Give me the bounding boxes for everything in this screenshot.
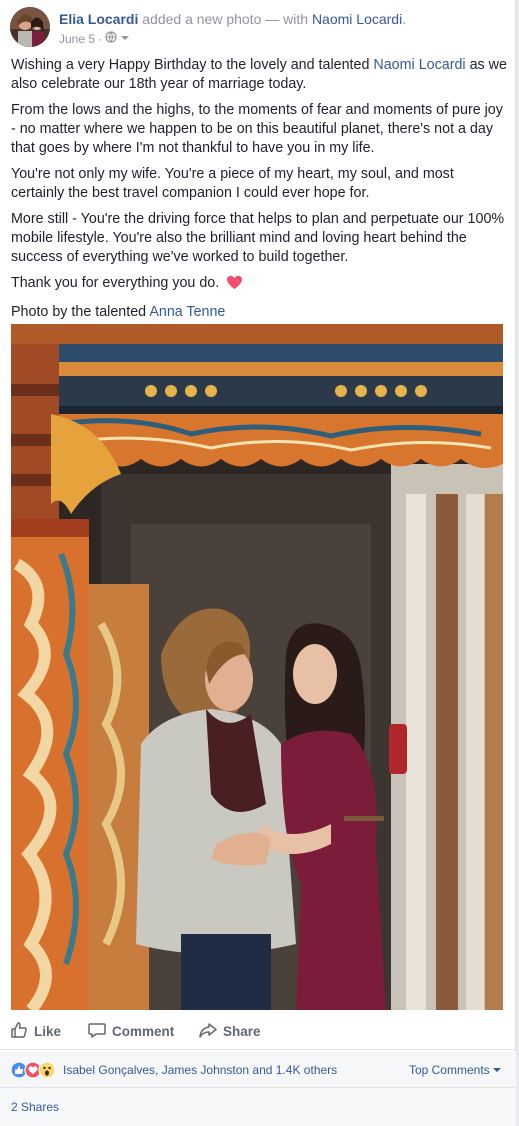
share-arrow-icon [199,1021,217,1042]
top-comments-label: Top Comments [408,1063,490,1077]
paragraph-2: From the lows and the highs, to the mome… [11,102,503,156]
share-label: Share [223,1023,261,1039]
paragraph-6: Photo by the talented Anna Tenne [11,303,507,322]
action-text: added a new photo — [142,11,280,27]
reactions-row: Isabel Gonçalves, James Johnston and 1.4… [0,1052,516,1088]
paragraph-3: You're not only my wife. You're a piece … [11,166,454,201]
headline-period: . [402,11,407,27]
paragraph-5-text: Thank you for everything you do. [11,275,220,291]
paragraph-4: More still - You're the driving force th… [11,211,505,265]
chevron-down-icon[interactable] [120,32,130,46]
heart-emoji-icon [226,275,243,296]
caret-down-icon [493,1063,501,1077]
action-bar: Like Comment Share [0,1012,516,1050]
like-label: Like [34,1023,62,1039]
tagged-person-link[interactable]: Naomi Locardi [312,11,402,27]
top-comments-dropdown[interactable]: Top Comments [409,1063,501,1077]
shares-row: 2 Shares [0,1088,516,1126]
share-button[interactable]: Share [199,1012,261,1050]
avatar[interactable] [10,7,50,47]
thumbs-up-icon [10,1021,28,1042]
like-button[interactable]: Like [10,1012,61,1050]
paragraph-6-text: Photo by the talented [11,304,147,320]
post-photo[interactable] [11,324,503,1010]
meta-separator: · [98,31,103,46]
photographer-link[interactable]: Anna Tenne [149,304,225,320]
comment-button[interactable]: Comment [88,1012,174,1050]
naomi-link[interactable]: Naomi Locardi [373,57,465,73]
paragraph-5: Thank you for everything you do. [11,274,507,296]
comment-icon [88,1021,106,1042]
post-header: Elia Locardi added a new photo — with Na… [10,7,510,49]
comment-label: Comment [112,1023,175,1039]
post-meta: June 5 · [59,31,130,46]
shares-count[interactable]: 2 Shares [11,1100,59,1114]
globe-icon[interactable] [105,31,117,46]
paragraph-1-text: Wishing a very Happy Birthday to the lov… [11,57,370,73]
author-name[interactable]: Elia Locardi [59,11,138,27]
post-date[interactable]: June 5 [59,32,95,46]
paragraph-1: Wishing a very Happy Birthday to the lov… [11,56,507,94]
post-card: Elia Locardi added a new photo — with Na… [0,0,516,1126]
post-body: Wishing a very Happy Birthday to the lov… [11,56,507,329]
wow-icon [38,1061,56,1079]
post-headline: Elia Locardi added a new photo — with Na… [59,11,406,27]
with-word: with [283,11,309,27]
reaction-names[interactable]: Isabel Gonçalves, James Johnston and 1.4… [63,1063,337,1077]
reaction-icons[interactable] [10,1061,62,1079]
